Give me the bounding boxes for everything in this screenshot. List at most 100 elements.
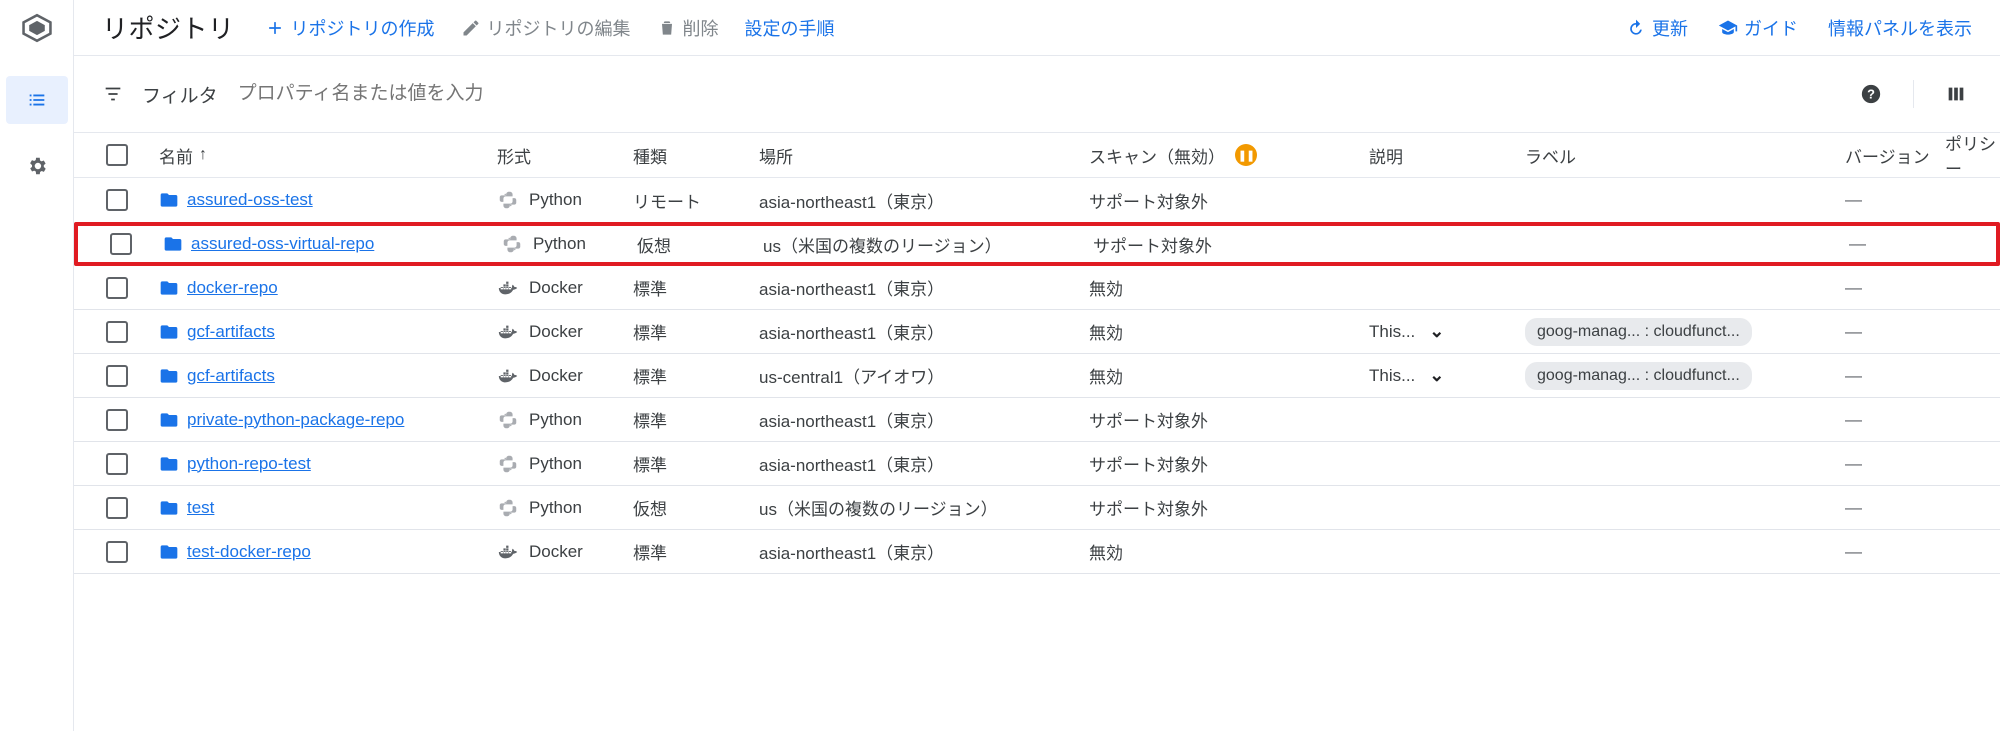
repository-link[interactable]: test-docker-repo: [159, 542, 311, 562]
type-cell: 標準: [633, 539, 759, 564]
table-row: assured-oss-testPythonリモートasia-northeast…: [74, 178, 2000, 222]
sidebar-item-settings[interactable]: [6, 142, 68, 190]
location-cell: asia-northeast1（東京）: [759, 319, 1089, 344]
format-label: Docker: [529, 366, 583, 386]
version-cell: —: [1845, 498, 1862, 517]
svg-text:?: ?: [1867, 87, 1875, 102]
docker-icon: [497, 365, 519, 387]
python-icon: [497, 453, 519, 475]
row-checkbox[interactable]: [106, 365, 128, 387]
help-icon: ?: [1860, 83, 1882, 105]
version-cell: —: [1845, 190, 1862, 209]
scan-cell: 無効: [1089, 275, 1369, 300]
repository-name: assured-oss-virtual-repo: [191, 234, 374, 254]
graduation-cap-icon: [1718, 18, 1738, 38]
col-header-description[interactable]: 説明: [1369, 143, 1403, 168]
python-icon: [497, 497, 519, 519]
folder-icon: [159, 278, 179, 298]
row-checkbox[interactable]: [106, 409, 128, 431]
repository-name: test: [187, 498, 214, 518]
type-cell: リモート: [633, 188, 759, 213]
column-chooser-button[interactable]: [1940, 78, 1972, 110]
row-checkbox[interactable]: [110, 233, 132, 255]
repository-link[interactable]: python-repo-test: [159, 454, 311, 474]
repository-link[interactable]: private-python-package-repo: [159, 410, 404, 430]
refresh-button[interactable]: 更新: [1626, 15, 1688, 41]
description-cell: This...: [1369, 366, 1415, 386]
type-cell: 仮想: [637, 232, 763, 257]
expand-description-button[interactable]: ⌄: [1429, 321, 1444, 342]
format-label: Docker: [529, 542, 583, 562]
table-row: assured-oss-virtual-repoPython仮想us（米国の複数…: [74, 222, 2000, 266]
row-checkbox[interactable]: [106, 453, 128, 475]
create-repository-button[interactable]: リポジトリの作成: [265, 15, 435, 41]
col-header-version[interactable]: バージョン: [1845, 148, 1930, 167]
col-header-format[interactable]: 形式: [497, 143, 531, 168]
scan-cell: サポート対象外: [1089, 451, 1369, 476]
repository-link[interactable]: docker-repo: [159, 278, 278, 298]
col-header-scan[interactable]: スキャン（無効）: [1089, 143, 1225, 168]
type-cell: 仮想: [633, 495, 759, 520]
scan-cell: 無効: [1089, 319, 1369, 344]
repository-link[interactable]: assured-oss-test: [159, 190, 313, 210]
guide-button[interactable]: ガイド: [1718, 15, 1798, 41]
repository-link[interactable]: gcf-artifacts: [159, 366, 275, 386]
columns-icon: [1945, 83, 1967, 105]
python-icon: [497, 189, 519, 211]
location-cell: asia-northeast1（東京）: [759, 407, 1089, 432]
row-checkbox[interactable]: [106, 321, 128, 343]
select-all-checkbox[interactable]: [106, 144, 128, 166]
folder-icon: [159, 454, 179, 474]
location-cell: asia-northeast1（東京）: [759, 539, 1089, 564]
scan-cell: サポート対象外: [1089, 188, 1369, 213]
pause-icon: ❚❚: [1235, 144, 1257, 166]
edit-repository-button[interactable]: リポジトリの編集: [461, 15, 631, 41]
version-cell: —: [1845, 322, 1862, 341]
location-cell: asia-northeast1（東京）: [759, 275, 1089, 300]
repository-name: gcf-artifacts: [187, 366, 275, 386]
help-button[interactable]: ?: [1855, 78, 1887, 110]
repository-name: assured-oss-test: [187, 190, 313, 210]
table-row: private-python-package-repo Python 標準asia-…: [74, 398, 2000, 442]
col-header-type[interactable]: 種類: [633, 148, 667, 167]
type-cell: 標準: [633, 407, 759, 432]
type-cell: 標準: [633, 275, 759, 300]
location-cell: us-central1（アイオワ）: [759, 363, 1089, 388]
table-row: gcf-artifactsDocker標準asia-northeast1（東京）…: [74, 310, 2000, 354]
row-checkbox[interactable]: [106, 541, 128, 563]
repository-name: private-python-package-repo: [187, 410, 404, 430]
row-checkbox[interactable]: [106, 189, 128, 211]
label-chip[interactable]: goog-manag... : cloudfunct...: [1525, 318, 1752, 346]
row-checkbox[interactable]: [106, 277, 128, 299]
setup-instructions-button[interactable]: 設定の手順: [745, 15, 835, 41]
format-label: Python: [529, 410, 582, 430]
trash-icon: [657, 18, 677, 38]
label-chip[interactable]: goog-manag... : cloudfunct...: [1525, 362, 1752, 390]
repository-link[interactable]: gcf-artifacts: [159, 322, 275, 342]
version-cell: —: [1845, 542, 1862, 561]
location-cell: asia-northeast1（東京）: [759, 451, 1089, 476]
pencil-icon: [461, 18, 481, 38]
format-label: Docker: [529, 278, 583, 298]
filter-input[interactable]: [238, 83, 658, 105]
folder-icon: [163, 234, 183, 254]
show-info-panel-button[interactable]: 情報パネルを表示: [1828, 15, 1972, 41]
row-checkbox[interactable]: [106, 497, 128, 519]
sidebar-item-repositories[interactable]: [6, 76, 68, 124]
repository-link[interactable]: assured-oss-virtual-repo: [163, 234, 374, 254]
col-header-labels[interactable]: ラベル: [1525, 148, 1576, 167]
folder-icon: [159, 322, 179, 342]
col-header-policy[interactable]: ポリシー: [1945, 135, 1996, 179]
description-cell: This...: [1369, 322, 1415, 342]
scan-cell: 無効: [1089, 363, 1369, 388]
scan-cell: 無効: [1089, 539, 1369, 564]
version-cell: —: [1845, 410, 1862, 429]
python-icon: [501, 233, 523, 255]
col-header-name[interactable]: 名前↑: [159, 143, 207, 168]
repository-link[interactable]: test: [159, 498, 214, 518]
expand-description-button[interactable]: ⌄: [1429, 365, 1444, 386]
table-row: test-docker-repo Docker 標準asia-northeast1（…: [74, 530, 2000, 574]
delete-button[interactable]: 削除: [657, 15, 719, 41]
col-header-location[interactable]: 場所: [759, 148, 793, 167]
format-label: Python: [529, 498, 582, 518]
